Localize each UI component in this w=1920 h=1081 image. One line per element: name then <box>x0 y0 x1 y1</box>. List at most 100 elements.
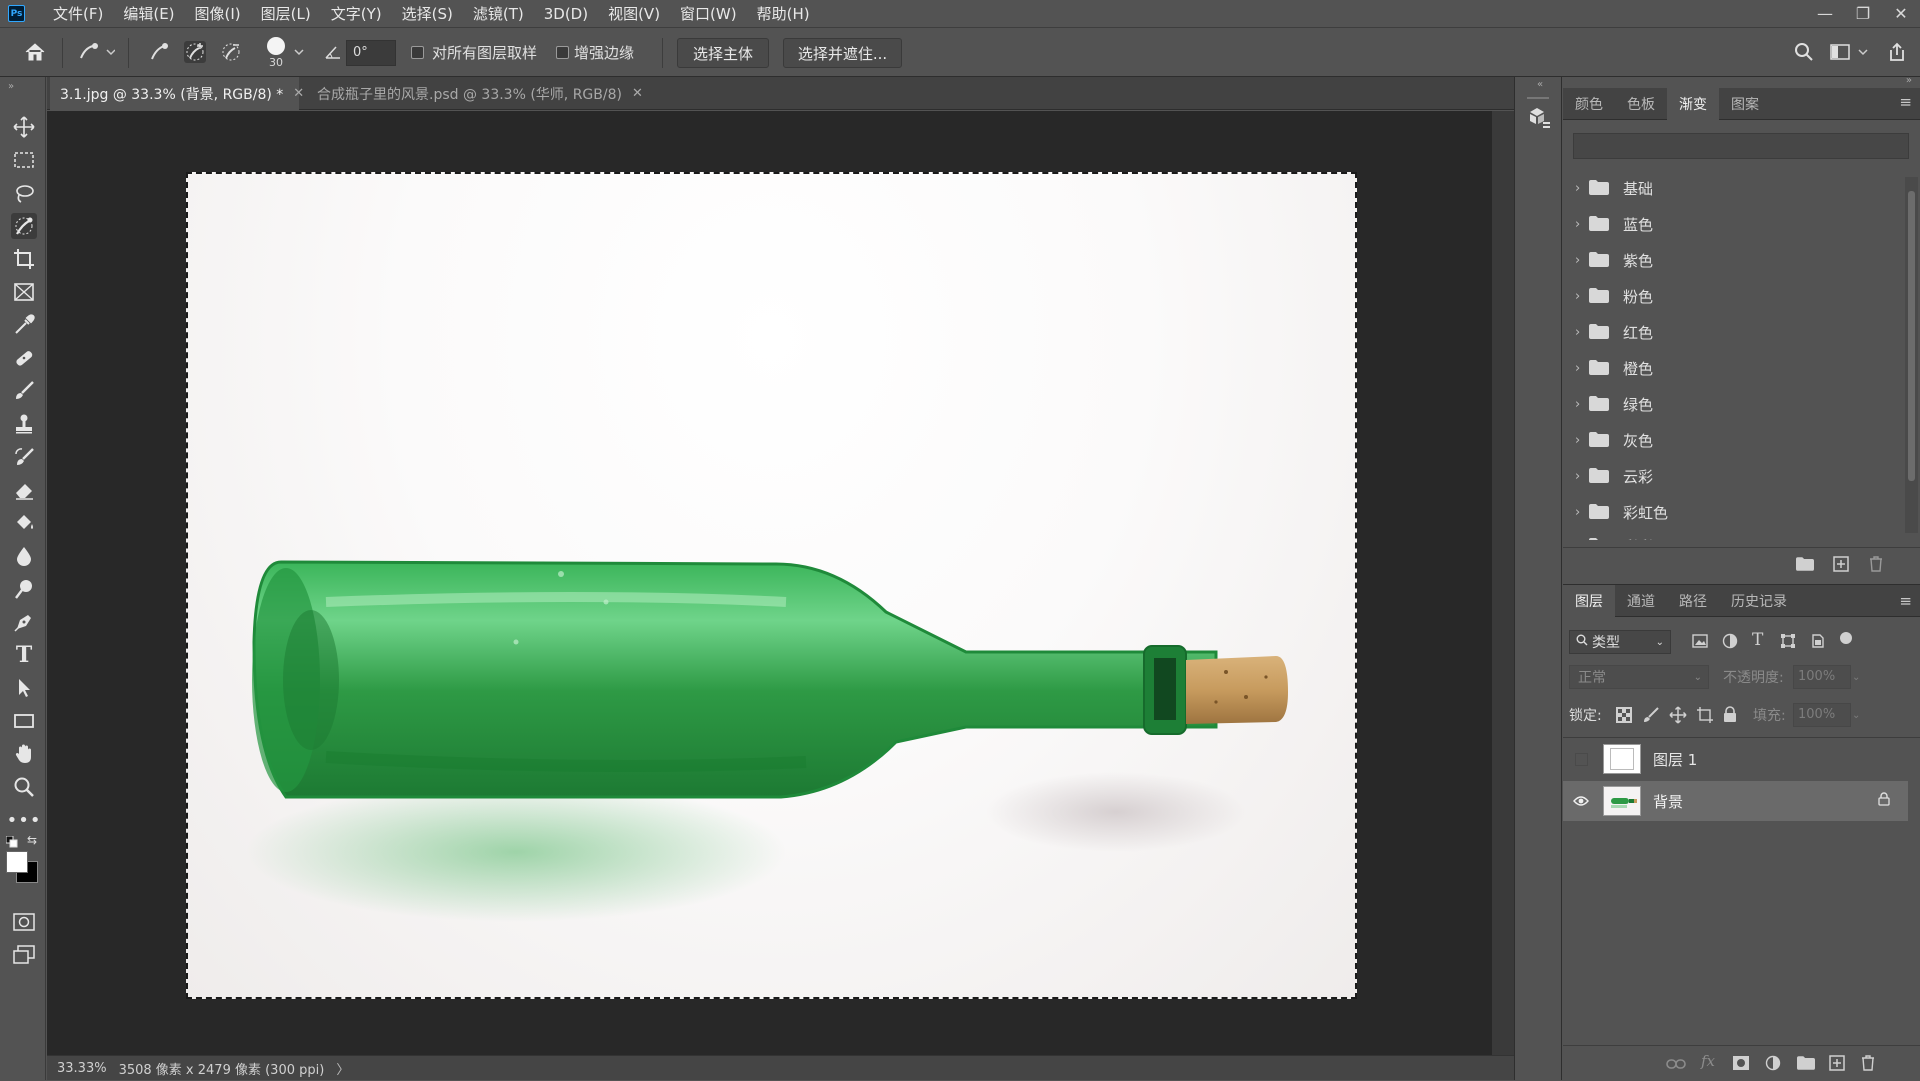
new-group-folder-icon[interactable] <box>1796 557 1814 575</box>
path-selection-tool-icon[interactable] <box>11 675 37 701</box>
chevron-down-icon[interactable] <box>292 41 306 63</box>
gradient-group-basics[interactable]: › 基础 <box>1575 170 1895 206</box>
new-layer-icon[interactable] <box>1829 1055 1845 1075</box>
subtract-from-selection-brush-icon[interactable] <box>220 41 242 63</box>
gradient-group-rainbow[interactable]: › 彩虹色 <box>1575 494 1895 530</box>
angle-input[interactable]: 0° <box>346 40 396 66</box>
tab-paths[interactable]: 路径 <box>1667 585 1719 617</box>
close-tab-icon[interactable]: ✕ <box>632 86 643 101</box>
type-tool-icon[interactable]: T <box>11 642 37 668</box>
quick-selection-tool-icon[interactable] <box>11 213 37 239</box>
tab-color[interactable]: 颜色 <box>1563 88 1615 120</box>
menu-type[interactable]: 文字(Y) <box>321 3 392 24</box>
delete-layer-icon[interactable] <box>1861 1055 1875 1075</box>
blur-tool-icon[interactable] <box>11 543 37 569</box>
layer-row-background[interactable]: 背景 <box>1563 781 1908 821</box>
minimize-icon[interactable]: — <box>1806 0 1844 27</box>
gradient-group-clouds[interactable]: › 云彩 <box>1575 458 1895 494</box>
opacity-chevron-icon[interactable]: ⌄ <box>1852 665 1866 689</box>
quick-mask-icon[interactable] <box>11 909 37 935</box>
brush-tool-icon[interactable] <box>11 378 37 404</box>
scrollbar-thumb[interactable] <box>1908 191 1915 481</box>
lock-image-pixels-icon[interactable] <box>1643 707 1659 727</box>
tab-layers[interactable]: 图层 <box>1563 585 1615 617</box>
enhance-edge-checkbox[interactable] <box>556 46 569 59</box>
healing-brush-tool-icon[interactable] <box>11 345 37 371</box>
move-tool-icon[interactable] <box>11 114 37 140</box>
gradient-group-pinks[interactable]: › 粉色 <box>1575 278 1895 314</box>
eye-icon[interactable] <box>1571 791 1591 811</box>
share-icon[interactable] <box>1886 41 1908 63</box>
more-tools-icon[interactable]: ••• <box>7 807 41 833</box>
libraries-icon[interactable] <box>1527 105 1551 131</box>
menu-window[interactable]: 窗口(W) <box>670 3 747 24</box>
fill-chevron-icon[interactable]: ⌄ <box>1852 703 1866 727</box>
lock-all-icon[interactable] <box>1723 706 1737 727</box>
menu-3d[interactable]: 3D(D) <box>534 5 598 23</box>
new-gradient-icon[interactable] <box>1833 556 1849 576</box>
layer-name[interactable]: 背景 <box>1653 791 1683 812</box>
select-and-mask-button[interactable]: 选择并遮住... <box>783 38 902 68</box>
menu-layer[interactable]: 图层(L) <box>251 3 321 24</box>
tab-gradients[interactable]: 渐变 <box>1667 88 1719 120</box>
eraser-tool-icon[interactable] <box>11 477 37 503</box>
add-to-selection-brush-icon[interactable] <box>184 41 206 63</box>
lock-artboard-icon[interactable] <box>1696 706 1714 728</box>
eyedropper-tool-icon[interactable] <box>11 312 37 338</box>
dodge-tool-icon[interactable] <box>11 576 37 602</box>
new-selection-brush-icon[interactable] <box>148 41 170 63</box>
tool-preset-picker-icon[interactable] <box>76 41 116 63</box>
rectangle-tool-icon[interactable] <box>11 708 37 734</box>
foreground-color-swatch[interactable] <box>6 851 28 873</box>
layer-filter-select[interactable]: 类型 ⌄ <box>1569 630 1671 654</box>
menu-help[interactable]: 帮助(H) <box>747 3 820 24</box>
panel-menu-icon[interactable]: ≡ <box>1899 93 1912 111</box>
collapse-panels-icon[interactable]: « <box>1537 79 1543 90</box>
tab-swatches[interactable]: 色板 <box>1615 88 1667 120</box>
layer-row-layer-1[interactable]: 图层 1 <box>1563 739 1908 779</box>
layer-style-fx-icon[interactable]: fx <box>1701 1052 1715 1070</box>
hand-tool-icon[interactable] <box>11 741 37 767</box>
gradient-group-oranges[interactable]: › 橙色 <box>1575 350 1895 386</box>
gradient-group-reds[interactable]: › 红色 <box>1575 314 1895 350</box>
menu-filter[interactable]: 滤镜(T) <box>463 3 534 24</box>
paint-bucket-tool-icon[interactable] <box>11 510 37 536</box>
layer-name[interactable]: 图层 1 <box>1653 749 1697 770</box>
crop-tool-icon[interactable] <box>11 246 37 272</box>
search-icon[interactable] <box>1793 41 1815 63</box>
filter-type-layers-icon[interactable]: T <box>1752 630 1763 650</box>
tab-composite-psd[interactable]: 合成瓶子里的风景.psd @ 33.3% (华师, RGB/8) ✕ <box>307 77 697 110</box>
sample-all-layers-checkbox[interactable] <box>411 46 424 59</box>
history-brush-tool-icon[interactable] <box>11 444 37 470</box>
tab-patterns[interactable]: 图案 <box>1719 88 1771 120</box>
new-adjustment-layer-icon[interactable] <box>1765 1055 1781 1075</box>
menu-edit[interactable]: 编辑(E) <box>113 3 184 24</box>
layer-visibility-toggle-off[interactable] <box>1571 749 1591 769</box>
tab-3-1-jpg[interactable]: 3.1.jpg @ 33.3% (背景, RGB/8) * ✕ <box>50 77 304 110</box>
delete-icon[interactable] <box>1869 556 1883 576</box>
menu-image[interactable]: 图像(I) <box>185 3 251 24</box>
add-mask-icon[interactable] <box>1733 1056 1749 1074</box>
lock-position-icon[interactable] <box>1669 706 1687 728</box>
expand-panels-icon[interactable]: » <box>1906 75 1912 86</box>
lock-icon[interactable] <box>1878 792 1890 810</box>
zoom-level[interactable]: 33.33% <box>57 1061 107 1076</box>
clone-stamp-tool-icon[interactable] <box>11 411 37 437</box>
workspace-chevron-icon[interactable] <box>1856 41 1870 63</box>
gradient-group-grays[interactable]: › 灰色 <box>1575 422 1895 458</box>
select-subject-button[interactable]: 选择主体 <box>677 38 769 68</box>
canvas-area[interactable] <box>47 111 1492 1055</box>
screen-mode-icon[interactable] <box>11 942 37 968</box>
frame-tool-icon[interactable] <box>11 279 37 305</box>
zoom-tool-icon[interactable] <box>11 774 37 800</box>
gradient-group-partial[interactable]: › 彩彩 <box>1575 528 1895 540</box>
link-layers-icon[interactable] <box>1666 1056 1686 1074</box>
fill-input[interactable]: 100% <box>1793 703 1851 727</box>
workspace-icon[interactable] <box>1829 41 1851 63</box>
menu-select[interactable]: 选择(S) <box>392 3 463 24</box>
gradient-list-scrollbar[interactable] <box>1905 177 1918 533</box>
close-window-icon[interactable]: ✕ <box>1882 0 1920 27</box>
swap-colors-icon[interactable]: ⇆ <box>27 833 37 847</box>
menu-file[interactable]: 文件(F) <box>43 3 113 24</box>
tab-channels[interactable]: 通道 <box>1615 585 1667 617</box>
